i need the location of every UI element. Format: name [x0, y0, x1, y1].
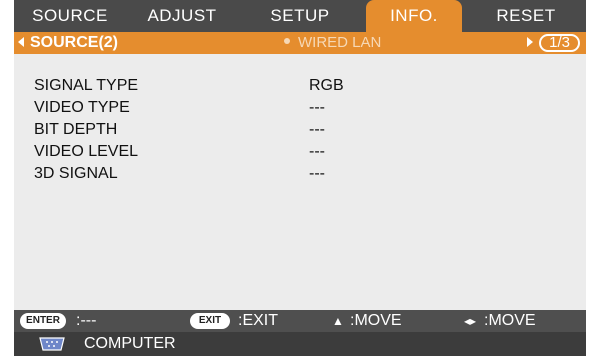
enter-key-badge: ENTER [20, 313, 66, 329]
current-source-label: COMPUTER [84, 335, 176, 352]
tab-bar: SOURCE ADJUST SETUP INFO. RESET [14, 0, 586, 32]
subheader-source-label: SOURCE(2) [30, 34, 119, 51]
tab-reset[interactable]: RESET [466, 0, 586, 32]
status-bar: COMPUTER [14, 332, 586, 356]
move-vertical-label: :MOVE [350, 312, 402, 329]
tab-setup[interactable]: SETUP [238, 0, 362, 32]
tab-info[interactable]: INFO. [366, 0, 462, 32]
info-label: VIDEO LEVEL [34, 143, 139, 160]
tab-adjust[interactable]: ADJUST [126, 0, 238, 32]
move-horizontal-label: :MOVE [484, 312, 536, 329]
right-arrow-icon [527, 37, 534, 48]
enter-action-label: :--- [76, 312, 97, 329]
left-arrow-icon [18, 36, 24, 47]
exit-key-badge: EXIT [190, 313, 230, 329]
key-guide-bar: ENTER :--- EXIT :EXIT ▲ :MOVE ◂▸ :MOVE [14, 310, 586, 332]
info-value: --- [309, 143, 325, 160]
info-value: --- [309, 165, 325, 182]
info-label: SIGNAL TYPE [34, 77, 139, 94]
subheader-bar: SOURCE(2) WIRED LAN 1/3 [14, 32, 586, 54]
computer-connector-icon [39, 337, 65, 351]
info-label: 3D SIGNAL [34, 165, 118, 182]
page-counter: 1/3 [539, 34, 580, 53]
tab-source[interactable]: SOURCE [14, 0, 126, 32]
info-panel: SIGNAL TYPE RGB VIDEO TYPE --- BIT DEPTH… [14, 54, 586, 310]
exit-action-label: :EXIT [238, 312, 279, 329]
info-value: --- [309, 121, 325, 138]
info-label: VIDEO TYPE [34, 99, 130, 116]
left-right-arrows-icon: ◂▸ [464, 314, 477, 328]
up-down-arrows-icon: ▲ [332, 314, 344, 328]
page-indicator[interactable]: 1/3 [527, 34, 580, 53]
bullet-icon [284, 38, 290, 45]
subheader-source[interactable]: SOURCE(2) [18, 32, 118, 54]
info-value: RGB [309, 77, 344, 94]
info-value: --- [309, 99, 325, 116]
subheader-center-label: WIRED LAN [298, 34, 382, 51]
info-label: BIT DEPTH [34, 121, 118, 138]
subheader-page-title: WIRED LAN [284, 32, 381, 54]
